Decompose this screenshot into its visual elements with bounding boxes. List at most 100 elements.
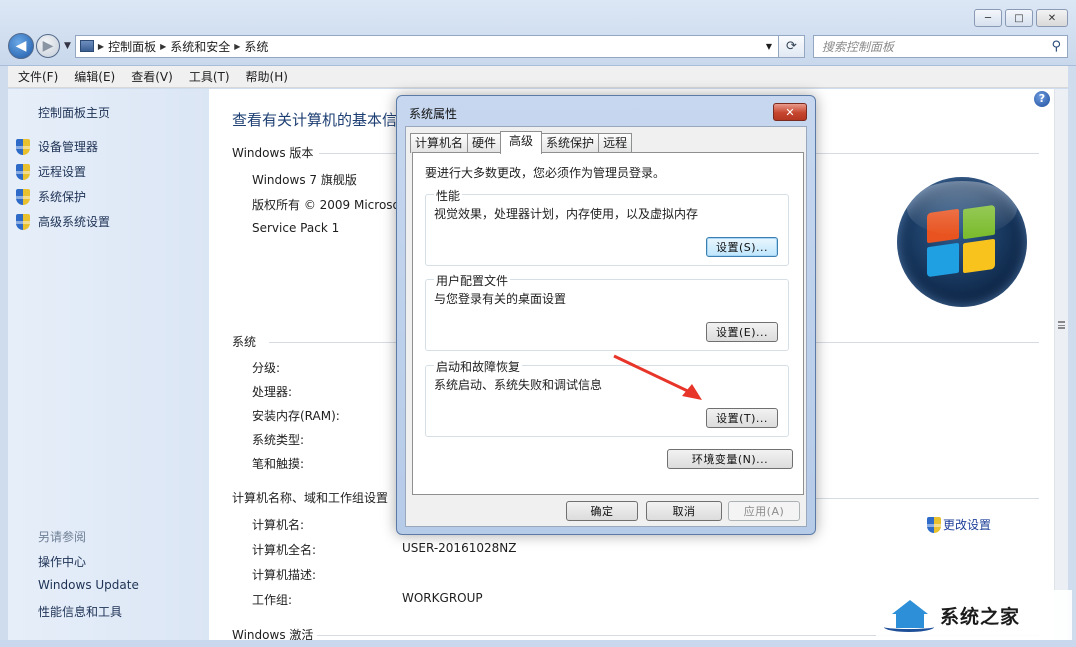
shield-icon [16, 138, 30, 155]
performance-group: 性能 视觉效果，处理器计划，内存使用，以及虚拟内存 设置(S)... [425, 187, 789, 266]
sidebar-home-link[interactable]: 控制面板主页 [38, 104, 110, 121]
page-title: 查看有关计算机的基本信 [232, 111, 398, 129]
computer-fullname-value: USER-20161028NZ [402, 541, 517, 555]
dialog-close-button[interactable]: ✕ [773, 103, 807, 121]
arrow-left-icon: ◀ [15, 38, 27, 54]
shield-icon [16, 188, 30, 205]
refresh-icon: ⟳ [785, 38, 797, 54]
advanced-tab-panel: 要进行大多数更改，您必须作为管理员登录。 性能 视觉效果，处理器计划，内存使用，… [412, 152, 804, 495]
tab-system-protection[interactable]: 系统保护 [541, 133, 600, 153]
breadcrumb-control-panel[interactable]: 控制面板 [108, 38, 156, 55]
vertical-scrollbar[interactable] [1054, 89, 1068, 640]
annotation-arrow-icon [613, 354, 702, 400]
tab-computer-name[interactable]: 计算机名 [410, 133, 469, 153]
system-label-rating: 分级: [252, 361, 281, 375]
user-profiles-group: 用户配置文件 与您登录有关的桌面设置 设置(E)... [425, 272, 789, 351]
sidebar-item-label: 系统保护 [38, 190, 87, 204]
tab-advanced[interactable]: 高级 [500, 131, 543, 154]
performance-settings-button[interactable]: 设置(S)... [706, 237, 778, 257]
computer-description-label: 计算机描述: [252, 568, 317, 582]
close-window-button[interactable]: ✕ [1036, 9, 1068, 27]
see-also-heading: 另请参阅 [38, 530, 87, 544]
performance-desc: 视觉效果，处理器计划，内存使用，以及虚拟内存 [434, 207, 699, 221]
sidebar: 控制面板主页 设备管理器 远程设置 系统保护 高级系统设置 另请参阅 操作中心 … [8, 89, 209, 640]
arrow-shaft [613, 354, 695, 396]
system-label-pen-touch: 笔和触摸: [252, 457, 305, 471]
breadcrumb-separator-icon[interactable]: ▶ [160, 42, 166, 51]
admin-note: 要进行大多数更改，您必须作为管理员登录。 [425, 166, 666, 180]
copyright-text: 版权所有 © 2009 Microso [252, 198, 400, 212]
back-button[interactable]: ◀ [8, 33, 34, 59]
dialog-tabs: 计算机名 硬件 高级 系统保护 远程 [410, 131, 633, 154]
apply-button[interactable]: 应用(A) [728, 501, 800, 521]
search-icon[interactable]: ⚲ [1051, 39, 1061, 54]
edition-heading: Windows 版本 [232, 146, 314, 160]
house-logo-icon [882, 596, 938, 634]
refresh-button[interactable]: ⟳ [778, 34, 805, 58]
breadcrumb-separator-icon[interactable]: ▶ [98, 42, 104, 51]
arrow-head [682, 384, 702, 400]
sidebar-item-remote-settings[interactable]: 远程设置 [16, 163, 86, 180]
startup-recovery-settings-button[interactable]: 设置(T)... [706, 408, 778, 428]
edition-value: Windows 7 旗舰版 [252, 173, 357, 187]
sidebar-item-advanced-settings[interactable]: 高级系统设置 [16, 213, 110, 230]
startup-recovery-title: 启动和故障恢复 [434, 358, 523, 375]
menu-tools[interactable]: 工具(T) [189, 68, 230, 85]
navigation-bar: ◀ ▶ ▼ ▶ 控制面板 ▶ 系统和安全 ▶ 系统 ▼ ⟳ 搜索控制面板 ⚲ [8, 33, 1068, 59]
shield-icon [927, 516, 941, 533]
window-chrome: ─ □ ✕ ◀ ▶ ▼ ▶ 控制面板 ▶ 系统和安全 ▶ 系统 ▼ ⟳ 搜索控制… [0, 0, 1076, 66]
history-dropdown-icon[interactable]: ▼ [64, 41, 71, 51]
maximize-button[interactable]: □ [1005, 9, 1033, 27]
ok-button[interactable]: 确定 [566, 501, 638, 521]
user-profiles-settings-button[interactable]: 设置(E)... [706, 322, 778, 342]
menu-help[interactable]: 帮助(H) [246, 68, 288, 85]
search-placeholder: 搜索控制面板 [821, 39, 894, 54]
see-also-action-center[interactable]: 操作中心 [38, 553, 86, 570]
menu-file[interactable]: 文件(F) [18, 68, 58, 85]
system-label-type: 系统类型: [252, 433, 305, 447]
search-input[interactable]: 搜索控制面板 ⚲ [812, 34, 1068, 58]
computer-name-label: 计算机名: [252, 518, 305, 532]
help-icon[interactable]: ? [1034, 91, 1050, 107]
watermark-text: 系统之家 [940, 605, 1021, 628]
sidebar-item-label: 设备管理器 [38, 140, 99, 154]
workgroup-value: WORKGROUP [402, 591, 483, 605]
workgroup-label: 工作组: [252, 593, 293, 607]
sidebar-item-label: 高级系统设置 [38, 215, 111, 229]
menu-view[interactable]: 查看(V) [131, 68, 173, 85]
user-profiles-title: 用户配置文件 [434, 272, 511, 289]
see-also-performance-tools[interactable]: 性能信息和工具 [38, 603, 122, 620]
sidebar-item-system-protection[interactable]: 系统保护 [16, 188, 86, 205]
change-settings-link[interactable]: 更改设置 [927, 516, 991, 533]
address-dropdown-icon[interactable]: ▼ [760, 42, 778, 51]
startup-recovery-group: 启动和故障恢复 系统启动、系统失败和调试信息 设置(T)... [425, 358, 789, 437]
cancel-button[interactable]: 取消 [646, 501, 722, 521]
performance-title: 性能 [434, 187, 463, 204]
user-profiles-desc: 与您登录有关的桌面设置 [434, 292, 567, 306]
system-heading: 系统 [232, 335, 257, 349]
dialog-body: 计算机名 硬件 高级 系统保护 远程 要进行大多数更改，您必须作为管理员登录。 … [405, 126, 807, 527]
change-settings-label: 更改设置 [943, 518, 992, 532]
menu-edit[interactable]: 编辑(E) [74, 68, 115, 85]
environment-variables-button[interactable]: 环境变量(N)... [667, 449, 793, 469]
address-bar[interactable]: ▶ 控制面板 ▶ 系统和安全 ▶ 系统 ▼ [74, 34, 779, 58]
watermark: 系统之家 [876, 590, 1072, 640]
window-controls: ─ □ ✕ [974, 9, 1068, 27]
startup-recovery-desc: 系统启动、系统失败和调试信息 [434, 378, 603, 392]
forward-button[interactable]: ▶ [36, 34, 60, 58]
dialog-title: 系统属性 [409, 107, 458, 121]
sidebar-item-label: 远程设置 [38, 165, 87, 179]
tab-remote[interactable]: 远程 [598, 133, 633, 153]
tab-hardware[interactable]: 硬件 [467, 133, 502, 153]
breadcrumb-system[interactable]: 系统 [244, 38, 268, 55]
arrow-right-icon: ▶ [42, 38, 54, 54]
see-also-windows-update[interactable]: Windows Update [38, 578, 139, 592]
sidebar-item-device-manager[interactable]: 设备管理器 [16, 138, 98, 155]
computer-fullname-label: 计算机全名: [252, 543, 317, 557]
shield-icon [16, 213, 30, 230]
minimize-button[interactable]: ─ [974, 9, 1002, 27]
breadcrumb-system-security[interactable]: 系统和安全 [170, 38, 230, 55]
control-panel-icon [79, 40, 94, 52]
breadcrumb-separator-icon[interactable]: ▶ [234, 42, 240, 51]
shield-icon [16, 163, 30, 180]
